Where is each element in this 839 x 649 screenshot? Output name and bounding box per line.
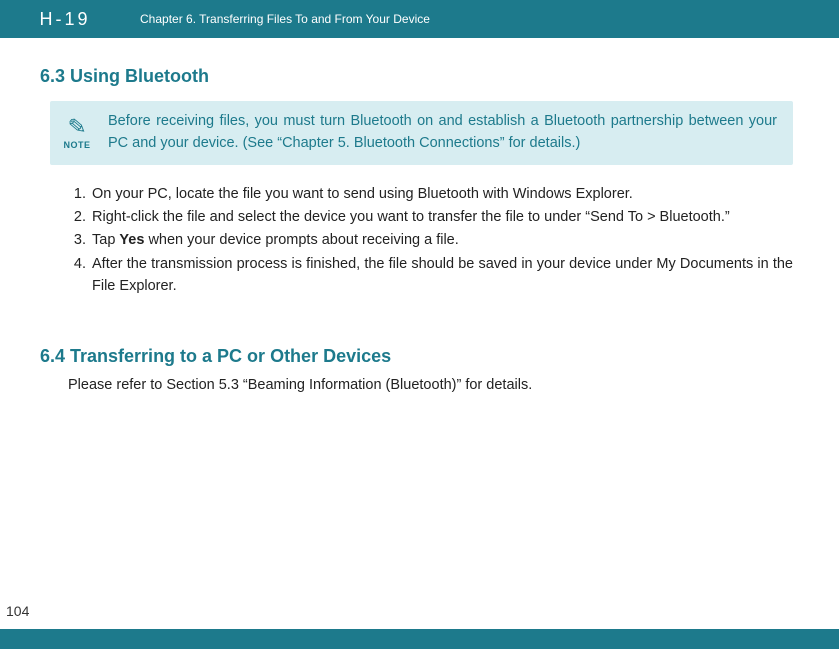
step-text: On your PC, locate the file you want to … bbox=[92, 183, 793, 205]
step-number: 1. bbox=[70, 183, 92, 205]
step-text: Tap Yes when your device prompts about r… bbox=[92, 229, 793, 251]
logo: H-19 bbox=[0, 0, 120, 38]
note-label: NOTE bbox=[63, 140, 90, 150]
step-3: 3. Tap Yes when your device prompts abou… bbox=[70, 229, 793, 251]
top-bar: H-19 Chapter 6. Transferring Files To an… bbox=[0, 0, 839, 38]
note-callout: ✎ NOTE Before receiving files, you must … bbox=[50, 101, 793, 165]
section-6-4-body: Please refer to Section 5.3 “Beaming Inf… bbox=[68, 377, 793, 393]
note-text: Before receiving files, you must turn Bl… bbox=[108, 111, 777, 155]
note-icon: ✎ NOTE bbox=[60, 116, 94, 150]
step-number: 4. bbox=[70, 253, 92, 298]
step-4: 4. After the transmission process is fin… bbox=[70, 253, 793, 298]
step-2: 2. Right-click the file and select the d… bbox=[70, 206, 793, 228]
pencil-icon: ✎ bbox=[67, 115, 87, 139]
step-text: Right-click the file and select the devi… bbox=[92, 206, 793, 228]
bottom-bar bbox=[0, 629, 839, 649]
section-6-3-heading: 6.3 Using Bluetooth bbox=[40, 66, 793, 87]
step-text: After the transmission process is finish… bbox=[92, 253, 793, 298]
step-number: 2. bbox=[70, 206, 92, 228]
section-6-4-heading: 6.4 Transferring to a PC or Other Device… bbox=[40, 346, 793, 367]
chapter-title: Chapter 6. Transferring Files To and Fro… bbox=[140, 12, 430, 26]
logo-text: H-19 bbox=[39, 9, 90, 30]
page-content: 6.3 Using Bluetooth ✎ NOTE Before receiv… bbox=[0, 38, 839, 393]
step-1: 1. On your PC, locate the file you want … bbox=[70, 183, 793, 205]
page-number: 104 bbox=[6, 603, 29, 619]
step-number: 3. bbox=[70, 229, 92, 251]
steps-list: 1. On your PC, locate the file you want … bbox=[70, 183, 793, 298]
